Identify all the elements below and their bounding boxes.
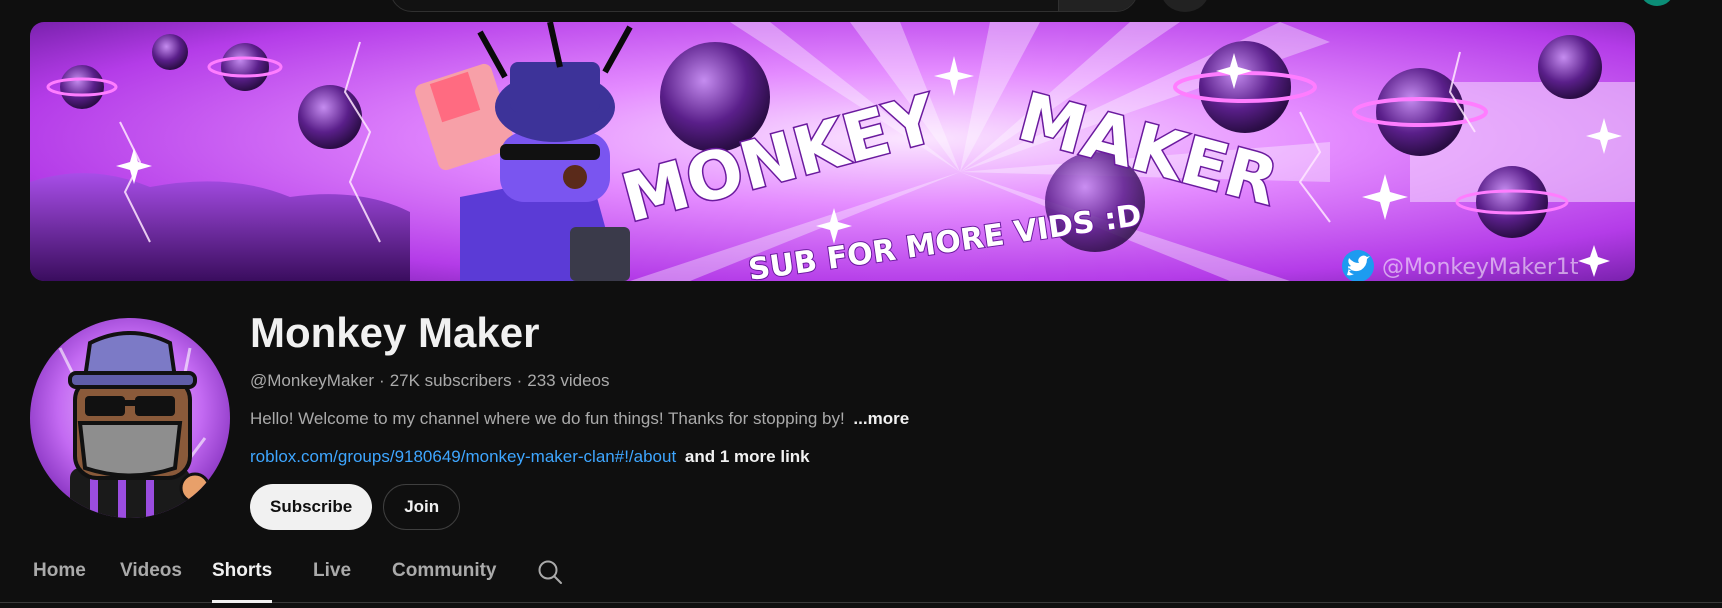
channel-tabs: Home Videos Shorts Live Community <box>0 548 1722 603</box>
tab-live[interactable]: Live <box>313 548 351 602</box>
top-search-bar[interactable] <box>390 0 1138 12</box>
voice-search-button[interactable] <box>1161 0 1209 12</box>
top-search-button[interactable] <box>1058 0 1137 11</box>
more-links-button[interactable]: and 1 more link <box>685 447 810 466</box>
channel-info: Monkey Maker @MonkeyMaker · 27K subscriber… <box>250 306 1150 530</box>
channel-name: Monkey Maker <box>250 309 540 356</box>
channel-meta: @MonkeyMaker · 27K subscribers · 233 videos <box>250 370 1150 392</box>
tab-videos[interactable]: Videos <box>120 548 182 602</box>
description-more-link[interactable]: ...more <box>853 409 909 428</box>
banner-twitter-handle: @MonkeyMaker1t <box>1382 255 1579 280</box>
account-avatar[interactable] <box>1640 0 1674 6</box>
channel-actions: Subscribe Join <box>250 484 1150 530</box>
description-text: Hello! Welcome to my channel where we do… <box>250 409 845 428</box>
subscribe-button[interactable]: Subscribe <box>250 484 373 530</box>
tab-home[interactable]: Home <box>33 548 86 602</box>
join-button[interactable]: Join <box>383 484 461 530</box>
channel-links: roblox.com/groups/9180649/monkey-maker-c… <box>250 446 1150 468</box>
meta-separator: · <box>516 371 523 390</box>
tab-community[interactable]: Community <box>392 548 497 602</box>
video-count: 233 videos <box>527 371 610 390</box>
search-icon[interactable] <box>536 558 564 586</box>
channel-banner: MONKEY MAKER SUB FOR MORE VIDS :D @Monke… <box>30 22 1635 281</box>
twitter-icon <box>1342 250 1374 281</box>
channel-description[interactable]: Hello! Welcome to my channel where we do… <box>250 408 1150 430</box>
channel-handle: @MonkeyMaker <box>250 371 375 390</box>
external-link[interactable]: roblox.com/groups/9180649/monkey-maker-c… <box>250 447 676 466</box>
meta-separator: · <box>379 371 385 390</box>
subscriber-count: 27K subscribers <box>389 371 512 390</box>
tab-shorts[interactable]: Shorts <box>212 548 273 603</box>
channel-avatar[interactable] <box>30 318 230 518</box>
